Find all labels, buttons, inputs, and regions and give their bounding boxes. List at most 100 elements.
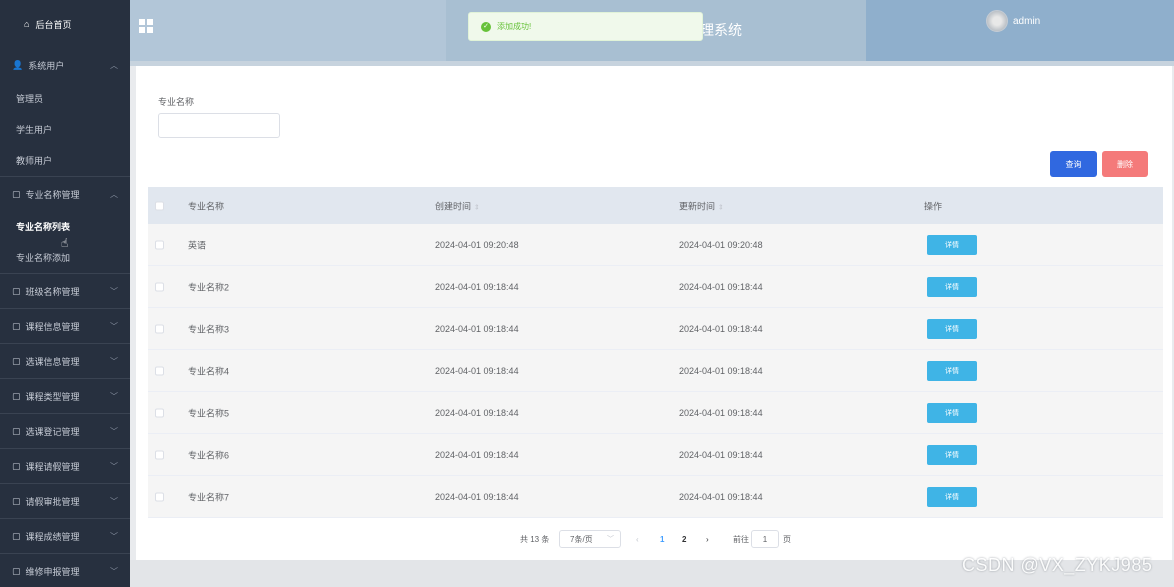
chevron-up-icon: ︿ <box>110 189 118 199</box>
table-row: 专业名称4 2024-04-01 09:18:44 2024-04-01 09:… <box>148 350 1163 392</box>
row-checkbox[interactable] <box>155 240 164 249</box>
sidebar-home[interactable]: ⌂ 后台首页 <box>0 0 130 48</box>
row-checkbox[interactable] <box>155 366 164 375</box>
sidebar-group-course-info[interactable]: ▢ 课程信息管理 ﹀ <box>0 308 130 343</box>
sidebar-group-course-type[interactable]: ▢ 课程类型管理 ﹀ <box>0 378 130 413</box>
detail-button[interactable]: 详情 <box>927 444 977 465</box>
detail-button[interactable]: 详情 <box>927 360 977 381</box>
cell-updated: 2024-04-01 09:18:44 <box>679 449 763 460</box>
column-header-name: 专业名称 <box>188 201 225 211</box>
table-row: 专业名称6 2024-04-01 09:18:44 2024-04-01 09:… <box>148 434 1163 476</box>
sidebar-group-repair-report[interactable]: ▢ 维修申报管理 ﹀ <box>0 553 130 587</box>
detail-button[interactable]: 详情 <box>927 318 977 339</box>
sidebar-group-label: 课程成绩管理 <box>25 531 80 542</box>
chevron-down-icon: ﹀ <box>110 531 118 541</box>
table-header: 专业名称 创建时间 ⇕ 更新时间 ⇕ 操作 <box>148 187 1163 224</box>
row-checkbox[interactable] <box>155 492 164 501</box>
sidebar-group-label: 专业名称管理 <box>25 189 80 200</box>
chevron-down-icon: ﹀ <box>110 321 118 331</box>
sidebar-group-label: 维修申报管理 <box>25 566 80 577</box>
sidebar-item-teacher-users[interactable]: 教师用户 <box>0 145 130 176</box>
goto-label: 前往 <box>733 534 749 544</box>
select-all-checkbox[interactable] <box>155 201 164 210</box>
sidebar-group-class-management[interactable]: ▢ 班级名称管理 ﹀ <box>0 273 130 308</box>
table-row: 专业名称7 2024-04-01 09:18:44 2024-04-01 09:… <box>148 476 1163 518</box>
document-icon: ▢ <box>12 530 21 541</box>
next-page-button[interactable]: › <box>706 530 709 548</box>
table-row: 专业名称5 2024-04-01 09:18:44 2024-04-01 09:… <box>148 392 1163 434</box>
sidebar: ⌂ 后台首页 👤 系统用户 ︿ 管理员 学生用户 教师用户 ▢ 专业名称管理 ︿… <box>0 0 130 587</box>
document-icon: ▢ <box>12 460 21 471</box>
detail-button[interactable]: 详情 <box>927 402 977 423</box>
column-header-actions: 操作 <box>924 201 943 211</box>
cell-updated: 2024-04-01 09:18:44 <box>679 365 763 376</box>
cell-created: 2024-04-01 09:18:44 <box>435 407 519 418</box>
column-header-created[interactable]: 创建时间 ⇕ <box>435 199 480 212</box>
page-number-2[interactable]: 2 <box>682 530 686 548</box>
prev-page-button[interactable]: ‹ <box>636 530 639 548</box>
cell-created: 2024-04-01 09:20:48 <box>435 239 519 250</box>
row-checkbox[interactable] <box>155 324 164 333</box>
document-icon: ▢ <box>12 565 21 576</box>
goto-page-input[interactable]: 1 <box>751 530 779 548</box>
sidebar-group-course-registration[interactable]: ▢ 选课登记管理 ﹀ <box>0 413 130 448</box>
cell-created: 2024-04-01 09:18:44 <box>435 491 519 502</box>
query-button[interactable]: 查询 <box>1050 151 1097 177</box>
home-icon: ⌂ <box>24 19 30 29</box>
sort-icon[interactable]: ⇕ <box>474 204 480 211</box>
delete-button[interactable]: 删除 <box>1102 151 1148 177</box>
chevron-down-icon: ﹀ <box>110 461 118 471</box>
column-header-updated[interactable]: 更新时间 ⇕ <box>679 199 724 212</box>
document-icon: ▢ <box>12 285 21 296</box>
cell-updated: 2024-04-01 09:18:44 <box>679 281 763 292</box>
cell-updated: 2024-04-01 09:18:44 <box>679 407 763 418</box>
sort-icon[interactable]: ⇕ <box>718 204 724 211</box>
detail-button[interactable]: 详情 <box>927 234 977 255</box>
check-circle-icon: ✓ <box>481 21 491 32</box>
sidebar-group-label: 课程请假管理 <box>25 461 80 472</box>
cell-updated: 2024-04-01 09:18:44 <box>679 323 763 334</box>
sidebar-group-label: 选课信息管理 <box>25 356 80 367</box>
chevron-down-icon: ﹀ <box>110 286 118 296</box>
sidebar-group-leave-approval[interactable]: ▢ 请假审批管理 ﹀ <box>0 483 130 518</box>
sidebar-group-course-selection[interactable]: ▢ 选课信息管理 ﹀ <box>0 343 130 378</box>
sidebar-item-admin[interactable]: 管理员 <box>0 83 130 114</box>
document-icon: ▢ <box>12 495 21 506</box>
page-suffix: 页 <box>783 534 791 544</box>
row-checkbox[interactable] <box>155 450 164 459</box>
sidebar-group-label: 班级名称管理 <box>25 286 80 297</box>
cell-updated: 2024-04-01 09:18:44 <box>679 491 763 502</box>
system-title: 理系统 <box>700 22 742 38</box>
table-row: 专业名称3 2024-04-01 09:18:44 2024-04-01 09:… <box>148 308 1163 350</box>
username[interactable]: admin <box>1013 16 1040 27</box>
menu-grid-icon[interactable] <box>139 19 153 33</box>
chevron-down-icon: ﹀ <box>110 356 118 366</box>
sidebar-group-label: 课程信息管理 <box>25 321 80 332</box>
major-table: 专业名称 创建时间 ⇕ 更新时间 ⇕ 操作 英语 2024-04-01 09:20:… <box>148 187 1163 518</box>
sidebar-group-course-grades[interactable]: ▢ 课程成绩管理 ﹀ <box>0 518 130 553</box>
user-icon: 👤 <box>12 60 24 70</box>
sidebar-item-student-users[interactable]: 学生用户 <box>0 114 130 145</box>
sidebar-group-system-users[interactable]: 👤 系统用户 ︿ <box>0 48 130 83</box>
cell-name: 英语 <box>188 240 207 250</box>
page-size-select[interactable]: 7条/页 ﹀ <box>559 530 621 548</box>
watermark: CSDN @VX_ZYKJ985 <box>962 555 1153 575</box>
detail-button[interactable]: 详情 <box>927 486 977 507</box>
cell-name: 专业名称5 <box>188 408 230 418</box>
major-name-search-input[interactable] <box>158 113 280 138</box>
sidebar-group-label: 系统用户 <box>28 61 65 71</box>
sidebar-group-course-leave[interactable]: ▢ 课程请假管理 ﹀ <box>0 448 130 483</box>
document-icon: ▢ <box>12 390 21 401</box>
table-row: 英语 2024-04-01 09:20:48 2024-04-01 09:20:… <box>148 224 1163 266</box>
sidebar-group-major-management[interactable]: ▢ 专业名称管理 ︿ <box>0 176 130 211</box>
row-checkbox[interactable] <box>155 408 164 417</box>
avatar[interactable] <box>986 10 1008 32</box>
success-toast: ✓ 添加成功! <box>468 12 703 41</box>
chevron-down-icon: ﹀ <box>110 566 118 576</box>
row-checkbox[interactable] <box>155 282 164 291</box>
page-number-1[interactable]: 1 <box>660 530 664 548</box>
detail-button[interactable]: 详情 <box>927 276 977 297</box>
chevron-down-icon: ﹀ <box>110 391 118 401</box>
chevron-down-icon: ﹀ <box>110 426 118 436</box>
cell-name: 专业名称2 <box>188 282 230 292</box>
